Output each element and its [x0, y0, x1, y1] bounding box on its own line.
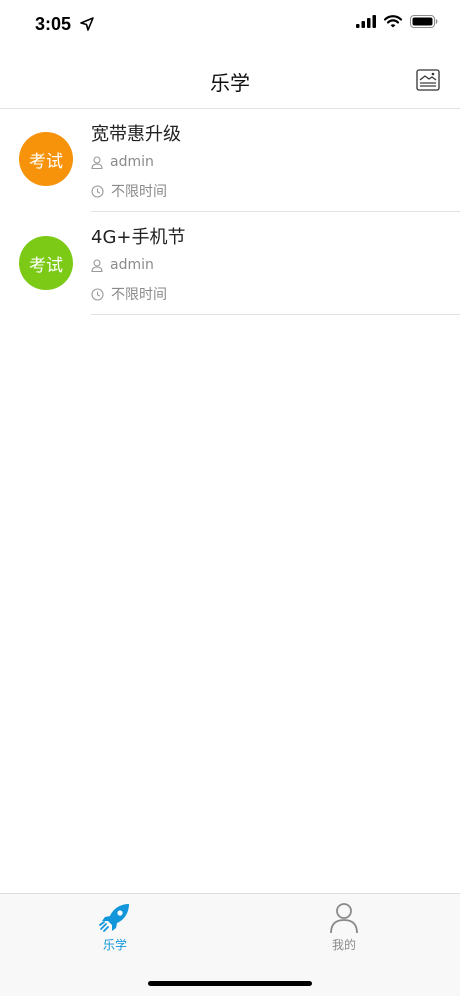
battery-icon	[410, 15, 438, 28]
cellular-signal-icon	[356, 15, 376, 28]
person-icon	[330, 903, 358, 934]
author-label: admin	[110, 154, 154, 170]
duration-label: 不限时间	[111, 287, 167, 303]
status-bar: 3:05	[0, 0, 460, 52]
home-indicator	[148, 981, 312, 986]
duration-label: 不限时间	[111, 184, 167, 200]
rocket-icon	[99, 904, 129, 932]
item-duration: 不限时间	[91, 284, 167, 304]
exam-badge: 考试	[19, 132, 73, 186]
exam-list: 考试 宽带惠升级 admin 不限时间 考试 4G+手机节 admin 不限时间	[0, 109, 460, 315]
tab-mine[interactable]: 我的	[299, 902, 389, 953]
tab-lexue[interactable]: 乐学	[70, 902, 160, 953]
status-time: 3:05	[35, 14, 72, 34]
user-icon	[91, 155, 103, 169]
image-gallery-icon[interactable]	[416, 68, 440, 92]
status-indicators	[356, 15, 438, 28]
item-title: 宽带惠升级	[91, 124, 181, 145]
clock-icon	[91, 184, 104, 198]
divider	[91, 314, 460, 315]
exam-badge: 考试	[19, 236, 73, 290]
author-label: admin	[110, 257, 154, 273]
location-arrow-icon	[80, 17, 94, 31]
item-author: admin	[91, 154, 154, 170]
user-icon	[91, 258, 103, 272]
item-duration: 不限时间	[91, 181, 167, 201]
wifi-icon	[384, 15, 402, 28]
item-author: admin	[91, 257, 154, 273]
page-title: 乐学	[210, 71, 250, 95]
list-item[interactable]: 考试 宽带惠升级 admin 不限时间	[0, 109, 460, 212]
list-item[interactable]: 考试 4G+手机节 admin 不限时间	[0, 212, 460, 315]
tab-label: 我的	[331, 938, 356, 952]
navigation-bar: 乐学	[0, 52, 460, 109]
clock-icon	[91, 287, 104, 301]
tab-label: 乐学	[102, 938, 127, 952]
item-title: 4G+手机节	[91, 227, 186, 248]
